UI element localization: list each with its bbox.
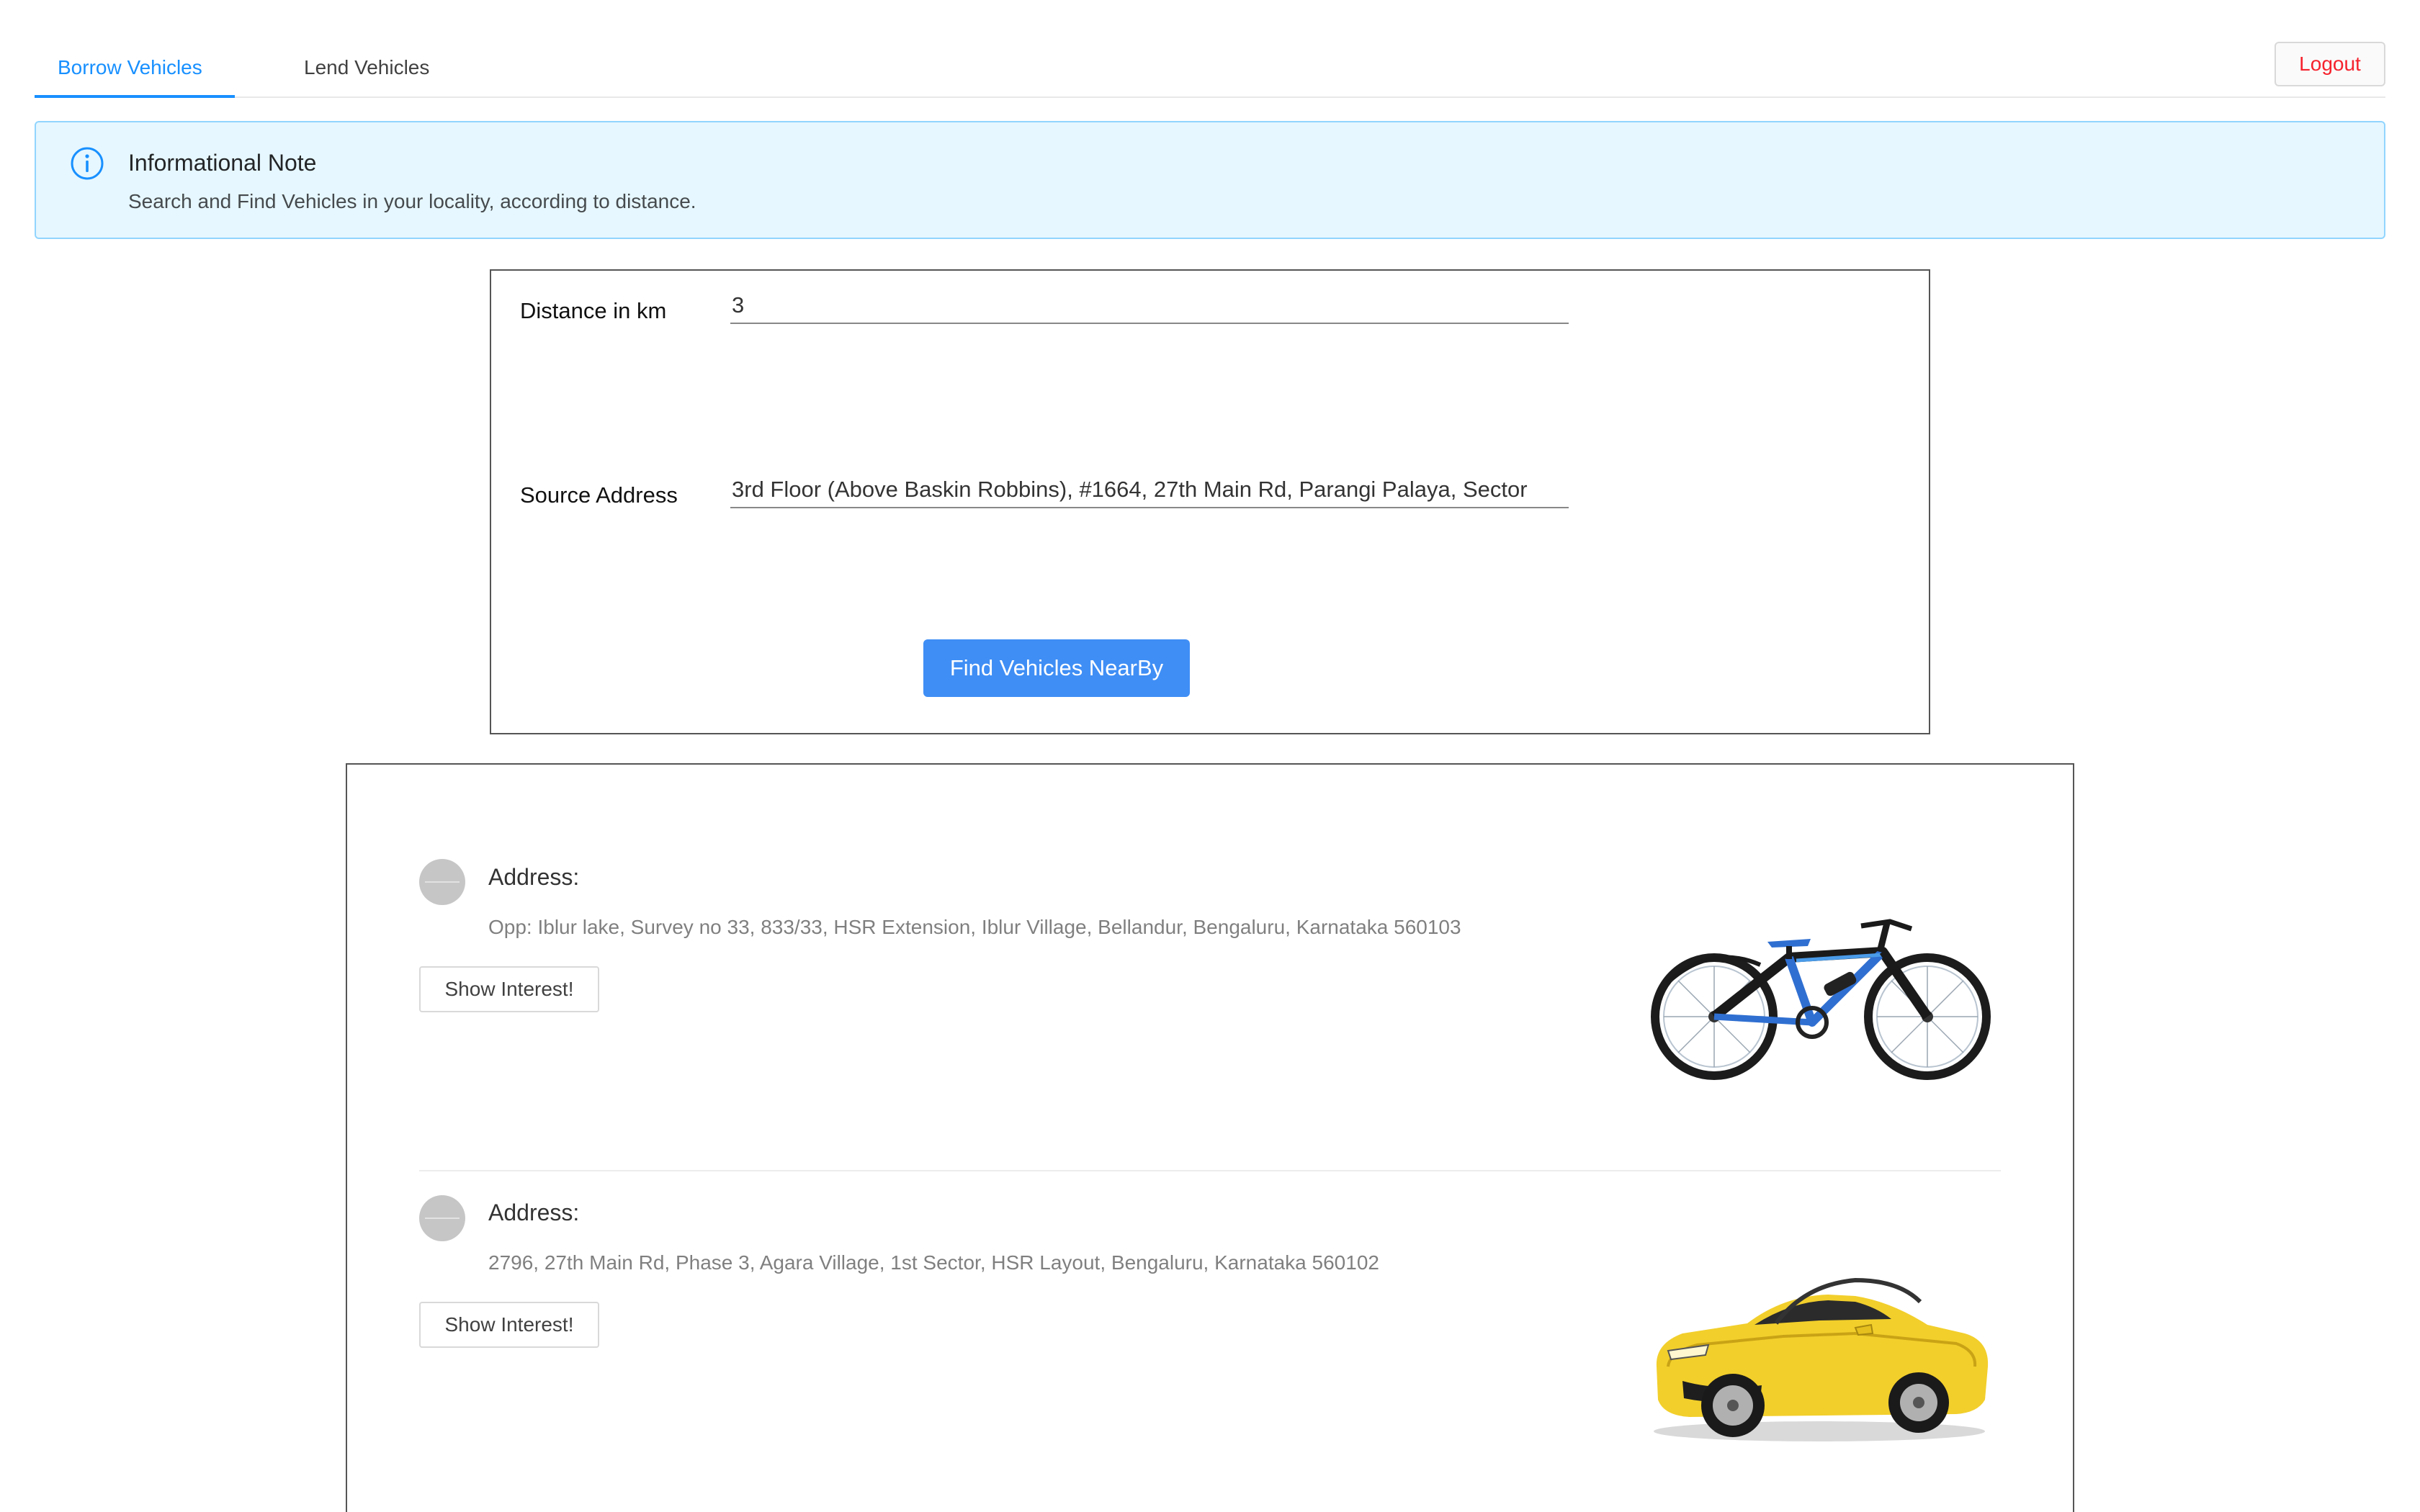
address-heading: Address:: [488, 1200, 580, 1225]
alert-title: Informational Note: [128, 150, 317, 176]
distance-label: Distance in km: [520, 298, 667, 323]
vehicle-address: 2796, 27th Main Rd, Phase 3, Agara Villa…: [488, 1251, 1379, 1274]
logout-button[interactable]: Logout: [2275, 42, 2385, 86]
avatar: [419, 1195, 465, 1241]
find-vehicles-button[interactable]: Find Vehicles NearBy: [923, 639, 1190, 697]
alert-description: Search and Find Vehicles in your localit…: [128, 190, 696, 212]
vehicle-address: Opp: Iblur lake, Survey no 33, 833/33, H…: [488, 916, 1461, 938]
distance-input[interactable]: [730, 288, 1569, 324]
list-divider: [419, 1170, 2001, 1171]
bicycle-image: [1651, 919, 1991, 1080]
info-circle-icon: [71, 147, 104, 180]
avatar: [419, 859, 465, 905]
active-tab-indicator: [35, 95, 235, 98]
show-interest-button[interactable]: Show Interest!: [419, 966, 599, 1012]
address-heading: Address:: [488, 864, 580, 890]
app-root: Borrow Vehicles Lend Vehicles Logout Inf…: [0, 0, 2420, 1512]
source-address-label: Source Address: [520, 482, 678, 508]
car-image: [1654, 1277, 1989, 1441]
tab-borrow-vehicles[interactable]: Borrow Vehicles: [58, 53, 202, 82]
source-address-input[interactable]: [730, 472, 1569, 508]
info-alert: Informational Note Search and Find Vehic…: [35, 121, 2385, 239]
tab-lend-vehicles[interactable]: Lend Vehicles: [304, 53, 429, 82]
tabs-bar: Borrow Vehicles Lend Vehicles: [35, 0, 2385, 98]
show-interest-button[interactable]: Show Interest!: [419, 1302, 599, 1348]
